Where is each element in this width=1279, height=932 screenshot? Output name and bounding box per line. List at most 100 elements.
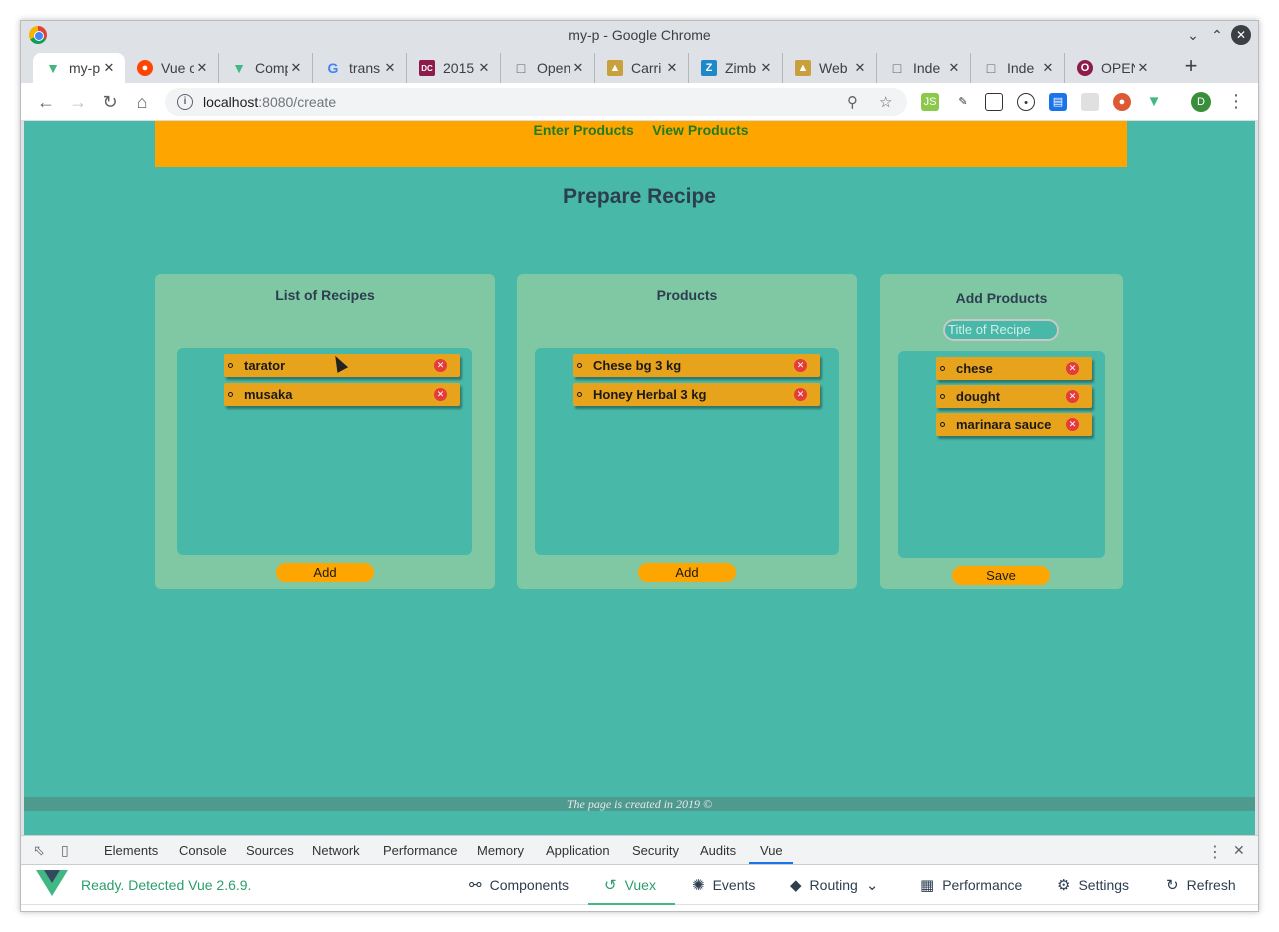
components-icon: ⚯ [469, 877, 482, 894]
screenshot-extension-icon[interactable] [985, 93, 1003, 111]
tab-close-icon[interactable]: ✕ [664, 60, 680, 76]
vue-nav-label: Components [489, 877, 569, 893]
add-products-panel: Add Products Title of Recipe chese ✕ dou… [880, 274, 1123, 589]
profile-avatar[interactable]: D [1191, 92, 1211, 112]
devtools-tab-security[interactable]: Security [632, 843, 679, 858]
tab-close-icon[interactable]: ✕ [852, 60, 868, 76]
device-toggle-icon[interactable]: ▯ [61, 842, 69, 859]
reload-icon[interactable]: ↻ [98, 90, 122, 114]
tab-7[interactable]: Z Zimb ✕ [689, 53, 783, 83]
devtools-tab-elements[interactable]: Elements [104, 843, 158, 858]
devtools-tab-memory[interactable]: Memory [477, 843, 524, 858]
devtools-close-icon[interactable]: ✕ [1233, 842, 1245, 859]
reddit-icon: ● [137, 60, 153, 76]
tab-4[interactable]: DC 2015 ✕ [407, 53, 501, 83]
devtools-tab-console[interactable]: Console [179, 843, 227, 858]
tab-2[interactable]: ▼ Comp ✕ [219, 53, 313, 83]
vue-nav-settings[interactable]: ⚙ Settings [1057, 876, 1129, 894]
home-icon[interactable]: ⌂ [130, 90, 154, 114]
product-item[interactable]: Chese bg 3 kg ✕ [573, 354, 820, 377]
duckduckgo-extension-icon[interactable]: ● [1113, 93, 1131, 111]
devtools-tab-network[interactable]: Network [312, 843, 360, 858]
devtools-menu-icon[interactable]: ⋮ [1207, 842, 1223, 862]
tab-10[interactable]: □ Inde ✕ [971, 53, 1065, 83]
tab-1[interactable]: ● Vue c ✕ [125, 53, 219, 83]
vue-nav-performance[interactable]: ▦ Performance [920, 876, 1022, 894]
delete-icon[interactable]: ✕ [1066, 390, 1079, 403]
tab-close-icon[interactable]: ✕ [1040, 60, 1056, 76]
devtools-tab-sources[interactable]: Sources [246, 843, 294, 858]
bookmark-star-icon[interactable]: ☆ [879, 93, 892, 111]
inspect-element-icon[interactable]: ⬁ [33, 842, 45, 859]
tab-0[interactable]: ▼ my-p ✕ [33, 53, 125, 83]
save-recipe-button[interactable]: Save [952, 566, 1050, 585]
zoom-icon[interactable]: ⚲ [847, 93, 858, 111]
delete-icon[interactable]: ✕ [434, 388, 447, 401]
vue-icon: ▼ [232, 60, 246, 76]
delete-icon[interactable]: ✕ [1066, 418, 1079, 431]
recipes-list: tarator ✕ musaka ✕ [177, 348, 472, 555]
tab-close-icon[interactable]: ✕ [382, 60, 398, 76]
tab-close-icon[interactable]: ✕ [194, 60, 210, 76]
recipe-product-item[interactable]: dought ✕ [936, 385, 1092, 408]
add-product-button[interactable]: Add [638, 563, 736, 582]
vue-nav-components[interactable]: ⚯ Components [469, 876, 569, 894]
add-recipe-button[interactable]: Add [276, 563, 374, 582]
nodejs-extension-icon[interactable]: JS [921, 93, 939, 111]
tab-close-icon[interactable]: ✕ [946, 60, 962, 76]
eyedropper-extension-icon[interactable]: ✎ [954, 93, 972, 111]
new-tab-icon[interactable]: + [1179, 55, 1203, 79]
devtools-tab-application[interactable]: Application [546, 843, 610, 858]
recipe-item[interactable]: musaka ✕ [224, 383, 460, 406]
grid-extension-icon[interactable] [1081, 93, 1099, 111]
recipe-product-item[interactable]: chese ✕ [936, 357, 1092, 380]
tab-5[interactable]: □ Open ✕ [501, 53, 595, 83]
tab-8[interactable]: ▲ Web ✕ [783, 53, 877, 83]
tab-close-icon[interactable]: ✕ [101, 60, 117, 76]
tab-label: my-p [69, 60, 101, 76]
product-item[interactable]: Honey Herbal 3 kg ✕ [573, 383, 820, 406]
devtools-tab-vue[interactable]: Vue [760, 843, 783, 858]
browser-menu-icon[interactable]: ⋮ [1227, 91, 1245, 112]
address-bar[interactable]: i localhost:8080/create ⚲ ☆ [165, 88, 907, 116]
forward-icon[interactable]: → [66, 90, 90, 114]
products-panel: Products Chese bg 3 kg ✕ Honey Herbal 3 … [517, 274, 857, 589]
nav-link-view-products[interactable]: View Products [652, 122, 748, 138]
chart-icon: ▲ [607, 60, 623, 76]
tab-label: Comp [255, 60, 288, 76]
url-host: localhost [203, 94, 259, 110]
tab-9[interactable]: □ Inde ✕ [877, 53, 971, 83]
tab-close-icon[interactable]: ✕ [288, 60, 304, 76]
tab-6[interactable]: ▲ Carri ✕ [595, 53, 689, 83]
devtools-tab-performance[interactable]: Performance [383, 843, 457, 858]
vue-nav-refresh[interactable]: ↻ Refresh [1166, 876, 1236, 894]
close-window-icon[interactable]: ✕ [1231, 25, 1251, 45]
tab-close-icon[interactable]: ✕ [570, 60, 586, 76]
delete-icon[interactable]: ✕ [1066, 362, 1079, 375]
vue-nav-events[interactable]: ✺ Events [692, 876, 755, 894]
delete-icon[interactable]: ✕ [434, 359, 447, 372]
code-extension-icon[interactable]: • [1017, 93, 1035, 111]
vue-status: Ready. Detected Vue 2.6.9. [81, 877, 252, 893]
vue-devtools-extension-icon[interactable]: ▼ [1145, 93, 1163, 111]
delete-icon[interactable]: ✕ [794, 359, 807, 372]
reader-extension-icon[interactable]: ▤ [1049, 93, 1067, 111]
devtools-tab-audits[interactable]: Audits [700, 843, 736, 858]
page-viewport: Enter Products View Products Prepare Rec… [24, 121, 1255, 835]
back-icon[interactable]: ← [34, 90, 58, 114]
vue-nav-routing[interactable]: ◆ Routing ⌄ [790, 876, 886, 894]
vue-nav-vuex[interactable]: ↺ Vuex [604, 876, 656, 894]
tab-close-icon[interactable]: ✕ [758, 60, 774, 76]
tab-11[interactable]: O OPEN ✕ [1065, 53, 1159, 83]
minimize-icon[interactable]: ⌄ [1183, 25, 1203, 45]
maximize-icon[interactable]: ⌃ [1207, 25, 1227, 45]
tab-3[interactable]: G trans ✕ [313, 53, 407, 83]
tab-close-icon[interactable]: ✕ [476, 60, 492, 76]
page-footer: The page is created in 2019 © [24, 797, 1255, 811]
info-icon[interactable]: i [177, 94, 193, 110]
recipe-product-item[interactable]: marinara sauce ✕ [936, 413, 1092, 436]
tab-close-icon[interactable]: ✕ [1135, 60, 1151, 76]
recipe-title-input[interactable]: Title of Recipe [943, 319, 1059, 341]
delete-icon[interactable]: ✕ [794, 388, 807, 401]
nav-link-enter-products[interactable]: Enter Products [533, 122, 633, 138]
